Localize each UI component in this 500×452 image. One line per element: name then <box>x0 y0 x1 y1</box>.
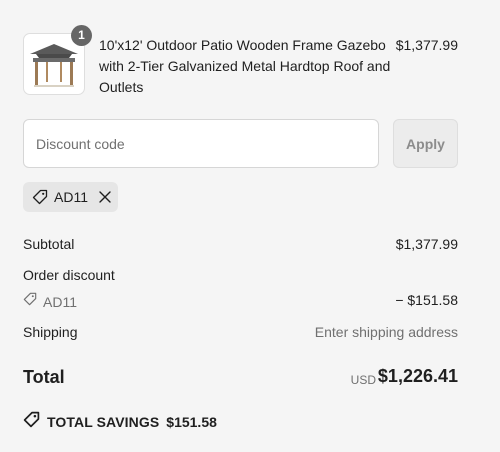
remove-discount-icon[interactable] <box>97 189 113 205</box>
quantity-badge: 1 <box>71 25 92 46</box>
total-savings: TOTAL SAVINGS $151.58 <box>23 411 217 433</box>
applied-discount-chip: AD11 <box>23 182 118 212</box>
order-discount-value: − $151.58 <box>395 292 458 308</box>
tag-icon <box>23 292 37 311</box>
shipping-value: Enter shipping address <box>314 324 458 340</box>
order-discount-code: AD11 <box>43 293 77 310</box>
gazebo-image <box>30 44 78 87</box>
total-currency: USD <box>350 373 376 387</box>
savings-label: TOTAL SAVINGS <box>47 414 160 430</box>
product-name: 10'x12' Outdoor Patio Wooden Frame Gazeb… <box>99 37 391 95</box>
order-discount-code-line: AD11 <box>23 292 77 311</box>
total-amount: $1,226.41 <box>377 366 458 386</box>
savings-amount: $151.58 <box>166 414 217 430</box>
applied-discount-code: AD11 <box>54 189 88 205</box>
subtotal-value: $1,377.99 <box>395 236 458 252</box>
discount-code-input[interactable] <box>23 119 379 168</box>
product-thumbnail: 1 <box>23 25 92 95</box>
order-discount-label: Order discount <box>23 267 115 283</box>
total-label: Total <box>23 367 65 387</box>
savings-tag-icon <box>23 411 40 433</box>
product-price: $1,377.99 <box>395 37 458 53</box>
shipping-label: Shipping <box>23 324 78 340</box>
tag-icon <box>32 189 48 205</box>
apply-button[interactable]: Apply <box>393 119 458 168</box>
subtotal-label: Subtotal <box>23 236 75 252</box>
